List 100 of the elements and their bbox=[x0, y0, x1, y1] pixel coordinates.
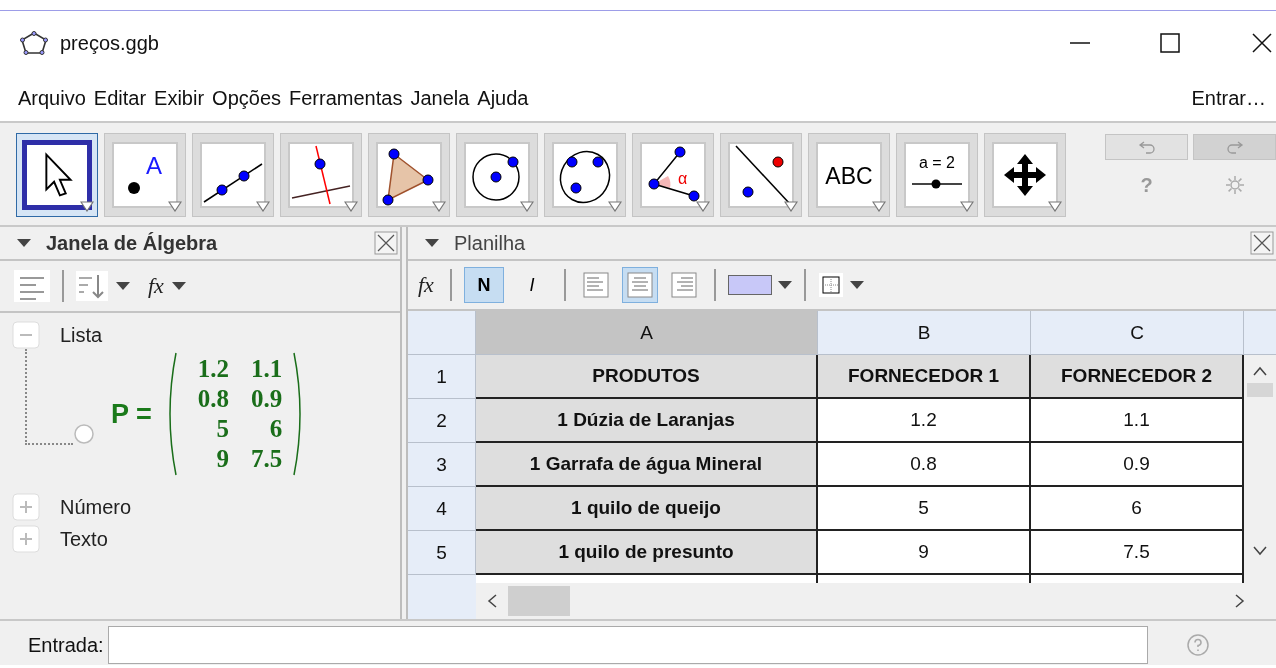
menu-item[interactable]: Ajuda bbox=[473, 86, 533, 110]
table-cell[interactable]: 1 quilo de queijo bbox=[476, 487, 818, 531]
bold-button[interactable]: N bbox=[463, 267, 504, 303]
close-panel-button[interactable] bbox=[374, 231, 398, 255]
column-header[interactable]: B bbox=[818, 311, 1031, 355]
expand-toggle[interactable] bbox=[12, 321, 40, 349]
table-cell[interactable]: PRODUTOS bbox=[476, 355, 818, 399]
matrix-entry: 7.5 bbox=[251, 444, 283, 474]
corner-cell[interactable] bbox=[408, 311, 476, 355]
text-icon: ABC bbox=[818, 144, 880, 206]
italic-button[interactable]: I bbox=[511, 267, 552, 303]
category-label[interactable]: Número bbox=[60, 495, 132, 519]
matrix-entry: 6 bbox=[268, 414, 283, 444]
redo-icon bbox=[1225, 140, 1244, 154]
matrix-entry: 0.9 bbox=[251, 384, 283, 414]
category-label[interactable]: Texto bbox=[60, 527, 108, 551]
tool-button[interactable]: α bbox=[632, 133, 714, 217]
color-swatch[interactable] bbox=[727, 275, 772, 295]
category-label[interactable]: Lista bbox=[60, 323, 103, 347]
dropdown-triangle-icon bbox=[784, 201, 798, 212]
tool-button[interactable] bbox=[192, 133, 274, 217]
dropdown-triangle-icon bbox=[344, 201, 358, 212]
scroll-down-icon[interactable] bbox=[1252, 545, 1268, 557]
menu-item[interactable]: Arquivo bbox=[14, 86, 90, 110]
tool-button[interactable]: ABC bbox=[808, 133, 890, 217]
scrollbar-thumb[interactable] bbox=[508, 586, 570, 616]
undo-icon bbox=[1137, 140, 1156, 154]
borders-icon[interactable] bbox=[817, 272, 844, 298]
dropdown-triangle-icon bbox=[608, 201, 622, 212]
table-cell[interactable]: FORNECEDOR 2 bbox=[1031, 355, 1244, 399]
table-cell[interactable]: 0.8 bbox=[818, 443, 1031, 487]
menu-item[interactable]: Editar bbox=[89, 86, 151, 110]
close-button[interactable] bbox=[1250, 31, 1274, 55]
caret-icon bbox=[171, 282, 186, 290]
column-header[interactable]: A bbox=[476, 311, 818, 355]
row-header[interactable]: 2 bbox=[408, 399, 476, 443]
formula-button[interactable]: fx bbox=[144, 273, 168, 299]
panel-title: Janela de Álgebra bbox=[46, 231, 218, 255]
sign-in-link[interactable]: Entrar… bbox=[1187, 86, 1270, 110]
tool-button[interactable] bbox=[16, 133, 98, 217]
table-cell[interactable]: 1 Dúzia de Laranjas bbox=[476, 399, 818, 443]
tool-button[interactable]: a = 2 bbox=[896, 133, 978, 217]
dropdown-triangle-icon bbox=[432, 201, 446, 212]
sort-icon[interactable] bbox=[74, 269, 110, 303]
tool-button[interactable] bbox=[368, 133, 450, 217]
scroll-right-icon[interactable] bbox=[1234, 593, 1246, 609]
perpendicular-line-icon bbox=[290, 144, 352, 206]
maximize-button[interactable] bbox=[1158, 31, 1182, 55]
window-title: preços.ggb bbox=[60, 31, 160, 55]
dropdown-triangle-icon bbox=[872, 201, 886, 212]
menu-item[interactable]: Opções bbox=[208, 86, 285, 110]
tool-button[interactable] bbox=[544, 133, 626, 217]
collapse-triangle-icon[interactable] bbox=[424, 238, 440, 248]
dropdown-triangle-icon bbox=[520, 201, 534, 212]
dropdown-triangle-icon bbox=[1048, 201, 1062, 212]
visibility-toggle[interactable] bbox=[73, 423, 95, 445]
table-cell[interactable]: 0.9 bbox=[1031, 443, 1244, 487]
panel-title: Planilha bbox=[454, 231, 526, 255]
table-cell[interactable]: 1 quilo de presunto bbox=[476, 531, 818, 575]
dropdown-triangle-icon bbox=[696, 201, 710, 212]
scroll-up-icon[interactable] bbox=[1252, 365, 1268, 377]
tool-button[interactable]: A bbox=[104, 133, 186, 217]
menu-item[interactable]: Janela bbox=[406, 86, 474, 110]
column-header[interactable]: C bbox=[1031, 311, 1244, 355]
table-cell[interactable]: 1.2 bbox=[818, 399, 1031, 443]
formula-button[interactable]: fx bbox=[414, 272, 438, 298]
close-panel-button[interactable] bbox=[1250, 231, 1274, 255]
table-cell[interactable]: 7.5 bbox=[1031, 531, 1244, 575]
input-field[interactable] bbox=[107, 626, 1148, 664]
table-cell[interactable]: 1 Garrafa de água Mineral bbox=[476, 443, 818, 487]
input-label: Entrada: bbox=[28, 633, 104, 657]
menu-item[interactable]: Ferramentas bbox=[285, 86, 407, 110]
scrollbar-thumb[interactable] bbox=[1247, 383, 1273, 397]
row-header[interactable]: 3 bbox=[408, 443, 476, 487]
matrix-entry: 1.2 bbox=[197, 354, 230, 384]
table-cell[interactable]: 6 bbox=[1031, 487, 1244, 531]
row-header[interactable]: 4 bbox=[408, 487, 476, 531]
dropdown-triangle-icon bbox=[960, 201, 974, 212]
row-header[interactable]: 1 bbox=[408, 355, 476, 399]
description-icon[interactable] bbox=[12, 268, 52, 304]
expand-toggle[interactable] bbox=[12, 525, 40, 553]
table-cell[interactable]: 9 bbox=[818, 531, 1031, 575]
tool-button[interactable] bbox=[456, 133, 538, 217]
menu-item[interactable]: Exibir bbox=[150, 86, 209, 110]
table-cell[interactable]: 1.1 bbox=[1031, 399, 1244, 443]
matrix-entry: 9 bbox=[215, 444, 230, 474]
tool-button[interactable] bbox=[984, 133, 1066, 217]
collapse-triangle-icon[interactable] bbox=[16, 238, 32, 248]
matrix-entry: 5 bbox=[215, 414, 230, 444]
caret-icon bbox=[777, 281, 792, 289]
matrix-entry: 1.1 bbox=[251, 354, 283, 384]
row-header[interactable]: 5 bbox=[408, 531, 476, 575]
matrix-entry: 0.8 bbox=[197, 384, 230, 414]
table-cell[interactable]: 5 bbox=[818, 487, 1031, 531]
expand-toggle[interactable] bbox=[12, 493, 40, 521]
dropdown-triangle-icon bbox=[168, 201, 182, 212]
tool-button[interactable] bbox=[280, 133, 362, 217]
tool-button[interactable] bbox=[720, 133, 802, 217]
table-cell[interactable]: FORNECEDOR 1 bbox=[818, 355, 1031, 399]
scroll-left-icon[interactable] bbox=[486, 593, 498, 609]
